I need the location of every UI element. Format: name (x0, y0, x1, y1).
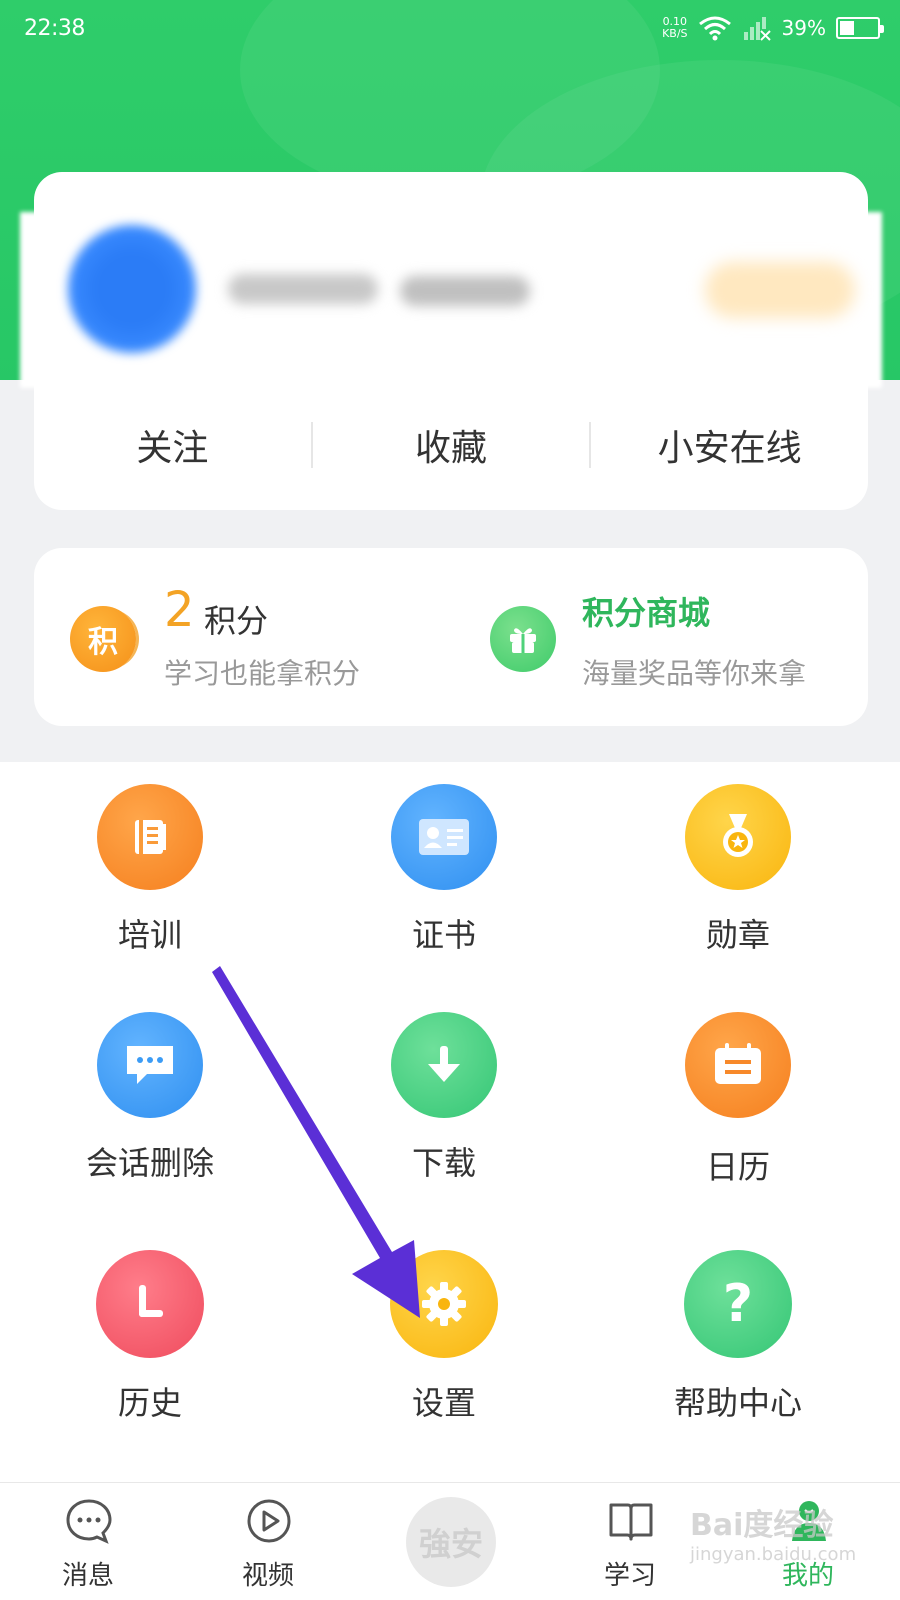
grid-label: 培训 (117, 916, 182, 954)
tab-label: 学习 (603, 1561, 656, 1591)
message-bubble-icon (66, 1499, 112, 1544)
watermark-url: jingyan.baidu.com (690, 1544, 857, 1565)
status-bar: 22:38 0.10 KB/S 39% (0, 0, 900, 64)
points-card (34, 548, 868, 726)
grid-item-training[interactable]: 培训 (0, 782, 300, 1002)
grid-label: 勋章 (705, 916, 770, 954)
chat-bubble-icon (97, 1012, 203, 1118)
tab-label: 视频 (241, 1561, 294, 1591)
baidu-watermark: Bai度经验 jingyan.baidu.com (690, 1500, 890, 1590)
grid-label: 证书 (411, 916, 476, 954)
username-blurred (228, 274, 378, 304)
grid-item-help-center[interactable]: ? 帮助中心 (588, 1250, 888, 1470)
battery-fill (840, 21, 854, 35)
gear-icon (390, 1250, 498, 1358)
grid-label: 日历 (705, 1148, 770, 1186)
play-circle-icon (247, 1499, 291, 1543)
grid-item-download[interactable]: 下载 (294, 1012, 594, 1232)
level-badge-blurred[interactable] (705, 262, 855, 318)
grid-label: 设置 (411, 1384, 476, 1422)
tab-video[interactable]: 视频 (208, 1483, 328, 1600)
grid-label: 下载 (411, 1144, 476, 1182)
grid-label: 会话删除 (85, 1144, 214, 1182)
grid-label: 帮助中心 (673, 1384, 802, 1422)
points-mall-subtitle: 海量奖品等你来拿 (582, 657, 807, 690)
grid-item-delete-chat[interactable]: 会话删除 (0, 1012, 300, 1232)
points-value[interactable]: 2 (164, 582, 195, 638)
profile-links: 关注 收藏 小安在线 (34, 400, 868, 490)
avatar[interactable] (68, 225, 196, 353)
network-speed: 0.10 KB/S (662, 16, 687, 40)
watermark-text: Bai度经验 (690, 1508, 834, 1543)
points-subtitle: 学习也能拿积分 (164, 657, 361, 690)
center-logo-button[interactable]: 強安 (406, 1497, 496, 1587)
wifi-icon (698, 16, 731, 41)
gift-icon[interactable] (490, 606, 556, 672)
status-time: 22:38 (24, 16, 85, 41)
tab-messages[interactable]: 消息 (28, 1483, 148, 1600)
grid-item-calendar[interactable]: 日历 (588, 1012, 888, 1232)
status-indicators: 0.10 KB/S 39% (662, 14, 884, 42)
favorites-link[interactable]: 收藏 (313, 419, 590, 471)
username-blurred (400, 276, 530, 306)
medal-icon (685, 784, 791, 890)
grid-label: 历史 (117, 1384, 182, 1422)
grid-item-history[interactable]: 历史 (0, 1250, 300, 1470)
question-mark-icon: ? (684, 1250, 792, 1358)
certificate-card-icon (391, 784, 497, 890)
grid-item-medal[interactable]: 勋章 (588, 782, 888, 1002)
points-icon[interactable]: 积 (70, 606, 136, 672)
tab-study[interactable]: 学习 (570, 1483, 690, 1600)
battery-percent: 39% (781, 16, 826, 40)
signal-icon (743, 17, 771, 41)
open-book-icon (609, 1503, 653, 1541)
download-arrow-icon (391, 1012, 497, 1118)
training-book-icon (97, 784, 203, 890)
tab-label: 消息 (61, 1561, 114, 1591)
points-mall-title[interactable]: 积分商城 (582, 588, 710, 634)
grid-item-certificate[interactable]: 证书 (294, 782, 594, 1002)
feature-grid: 培训 证书 勋章 会话删除 下载 日历 历史 设置 ? 帮助中心 (0, 762, 900, 1482)
follow-link[interactable]: 关注 (34, 419, 311, 471)
battery-icon (836, 17, 884, 39)
grid-item-settings[interactable]: 设置 (294, 1250, 594, 1470)
online-service-link[interactable]: 小安在线 (591, 419, 868, 471)
points-unit[interactable]: 积分 (204, 596, 268, 642)
calendar-icon (685, 1012, 791, 1118)
clock-icon (96, 1250, 204, 1358)
network-speed-unit: KB/S (662, 27, 688, 40)
